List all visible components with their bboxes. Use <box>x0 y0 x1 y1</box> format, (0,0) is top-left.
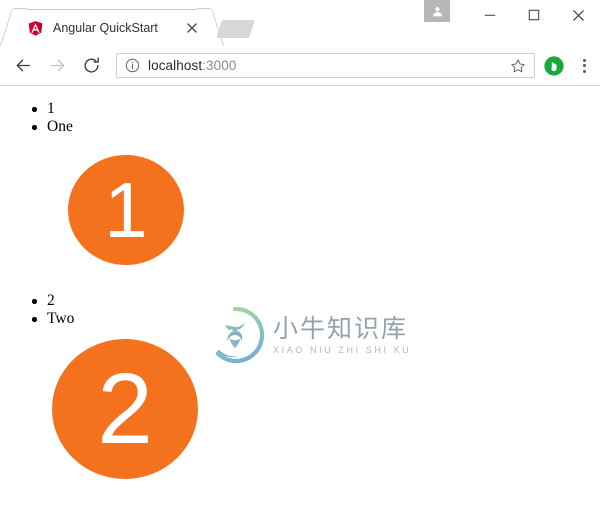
menu-dot <box>582 69 586 73</box>
list-group-1: 1 One <box>0 100 600 136</box>
menu-dot <box>582 58 586 62</box>
list-item: 2 <box>32 292 600 310</box>
close-window-button[interactable] <box>556 0 600 30</box>
tab-strip: Angular QuickStart <box>0 0 600 46</box>
url-host: localhost <box>148 58 203 73</box>
star-icon[interactable] <box>510 58 526 74</box>
forward-arrow-icon <box>42 51 72 81</box>
watermark-title-en: XIAO NIU ZHI SHI KU <box>273 344 412 355</box>
list-item: One <box>32 118 600 136</box>
maximize-button[interactable] <box>512 0 556 30</box>
three-dot-menu-icon[interactable] <box>573 53 595 79</box>
new-tab-button[interactable] <box>216 20 255 38</box>
page-viewport: 1 One 1 2 Two 2 小牛知识库 XIAO NIU ZHI SHI K… <box>0 86 600 512</box>
badge-circle-2: 2 <box>52 339 198 479</box>
list-group-2: 2 Two <box>0 292 600 328</box>
list-item: Two <box>32 310 600 328</box>
back-arrow-icon[interactable] <box>8 51 38 81</box>
badge-label: 2 <box>97 352 153 465</box>
minimize-button[interactable] <box>468 0 512 30</box>
url-port: :3000 <box>202 58 237 73</box>
info-circle-icon[interactable] <box>125 58 141 74</box>
green-hand-extension-icon[interactable] <box>543 55 565 77</box>
reload-icon[interactable] <box>76 51 106 81</box>
close-icon[interactable] <box>184 20 200 36</box>
user-avatar-icon[interactable] <box>424 0 450 22</box>
browser-tab-angular-quickstart[interactable]: Angular QuickStart <box>14 9 210 46</box>
url-text: localhost:3000 <box>148 58 236 73</box>
browser-window: Angular QuickStart localhost:3000 1 One … <box>0 0 600 512</box>
menu-dot <box>582 64 586 67</box>
list-item: 1 <box>32 100 600 118</box>
badge-circle-1: 1 <box>68 155 184 265</box>
angular-logo-icon <box>27 20 44 37</box>
item-group-2: 2 Two <box>0 292 600 328</box>
address-bar[interactable]: localhost:3000 <box>116 53 535 78</box>
badge-label: 1 <box>104 165 148 254</box>
item-group-1: 1 One <box>0 100 600 136</box>
browser-toolbar: localhost:3000 <box>0 46 600 86</box>
window-controls <box>424 0 600 46</box>
tab-title: Angular QuickStart <box>53 21 158 35</box>
